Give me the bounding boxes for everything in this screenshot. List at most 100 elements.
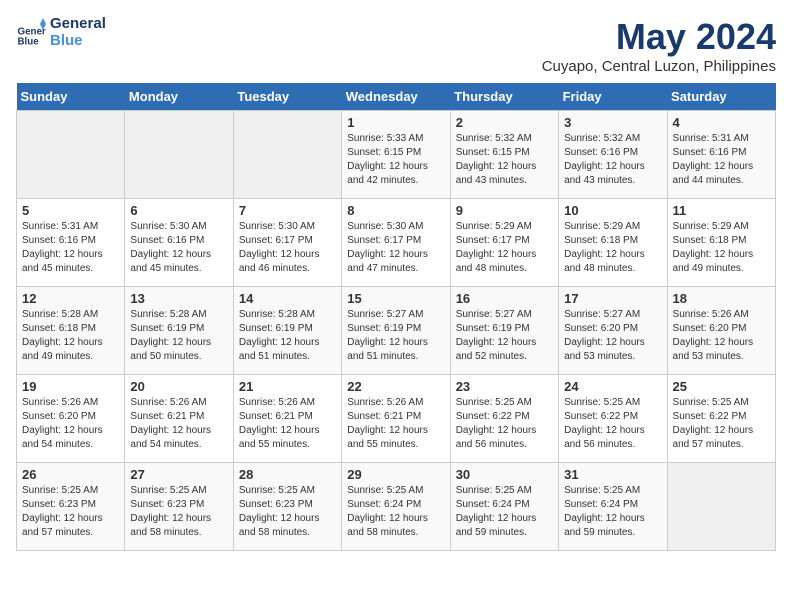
column-header-friday: Friday — [559, 83, 667, 111]
calendar-cell: 21 Sunrise: 5:26 AMSunset: 6:21 PMDayligh… — [233, 375, 341, 463]
calendar-cell: 5 Sunrise: 5:31 AMSunset: 6:16 PMDaylight… — [17, 199, 125, 287]
day-number: 9 — [456, 203, 553, 218]
page-header: General Blue General Blue May 2024 Cuyap… — [16, 16, 776, 75]
day-number: 7 — [239, 203, 336, 218]
calendar-cell — [667, 463, 775, 551]
cell-details: Sunrise: 5:29 AMSunset: 6:18 PMDaylight:… — [564, 220, 661, 276]
day-number: 25 — [673, 379, 770, 394]
calendar-cell: 3 Sunrise: 5:32 AMSunset: 6:16 PMDaylight… — [559, 111, 667, 199]
day-number: 6 — [130, 203, 227, 218]
logo-icon: General Blue — [16, 18, 46, 48]
day-number: 2 — [456, 115, 553, 130]
calendar-cell — [17, 111, 125, 199]
cell-details: Sunrise: 5:25 AMSunset: 6:24 PMDaylight:… — [564, 484, 661, 540]
calendar-cell: 15 Sunrise: 5:27 AMSunset: 6:19 PMDayligh… — [342, 287, 450, 375]
day-number: 30 — [456, 467, 553, 482]
cell-details: Sunrise: 5:25 AMSunset: 6:24 PMDaylight:… — [347, 484, 444, 540]
calendar-cell: 10 Sunrise: 5:29 AMSunset: 6:18 PMDayligh… — [559, 199, 667, 287]
cell-details: Sunrise: 5:27 AMSunset: 6:20 PMDaylight:… — [564, 308, 661, 364]
calendar-cell: 22Sunrise: 5:26 AMSunset: 6:21 PMDayligh… — [342, 375, 450, 463]
calendar-cell: 23Sunrise: 5:25 AMSunset: 6:22 PMDayligh… — [450, 375, 558, 463]
week-row-2: 5 Sunrise: 5:31 AMSunset: 6:16 PMDaylight… — [17, 199, 776, 287]
calendar-cell: 4Sunrise: 5:31 AMSunset: 6:16 PMDaylight… — [667, 111, 775, 199]
cell-details: Sunrise: 5:32 AMSunset: 6:16 PMDaylight:… — [564, 132, 661, 188]
calendar-cell: 14 Sunrise: 5:28 AMSunset: 6:19 PMDayligh… — [233, 287, 341, 375]
cell-details: Sunrise: 5:25 AMSunset: 6:23 PMDaylight:… — [130, 484, 227, 540]
column-header-tuesday: Tuesday — [233, 83, 341, 111]
day-number: 17 — [564, 291, 661, 306]
cell-details: Sunrise: 5:25 AMSunset: 6:22 PMDaylight:… — [564, 396, 661, 452]
week-row-3: 12 Sunrise: 5:28 AMSunset: 6:18 PMDayligh… — [17, 287, 776, 375]
calendar-cell: 1 Sunrise: 5:33 AMSunset: 6:15 PMDaylight… — [342, 111, 450, 199]
column-header-saturday: Saturday — [667, 83, 775, 111]
calendar-cell — [125, 111, 233, 199]
calendar-cell: 13 Sunrise: 5:28 AMSunset: 6:19 PMDayligh… — [125, 287, 233, 375]
calendar-cell — [233, 111, 341, 199]
week-row-4: 19Sunrise: 5:26 AMSunset: 6:20 PMDayligh… — [17, 375, 776, 463]
week-row-5: 26Sunrise: 5:25 AMSunset: 6:23 PMDayligh… — [17, 463, 776, 551]
cell-details: Sunrise: 5:25 AMSunset: 6:22 PMDaylight:… — [673, 396, 770, 452]
day-number: 5 — [22, 203, 119, 218]
calendar-cell: 27 Sunrise: 5:25 AMSunset: 6:23 PMDayligh… — [125, 463, 233, 551]
calendar-cell: 28Sunrise: 5:25 AMSunset: 6:23 PMDayligh… — [233, 463, 341, 551]
cell-details: Sunrise: 5:28 AMSunset: 6:19 PMDaylight:… — [130, 308, 227, 364]
calendar-cell: 7 Sunrise: 5:30 AMSunset: 6:17 PMDaylight… — [233, 199, 341, 287]
day-number: 18 — [673, 291, 770, 306]
column-header-sunday: Sunday — [17, 83, 125, 111]
day-number: 3 — [564, 115, 661, 130]
cell-details: Sunrise: 5:27 AMSunset: 6:19 PMDaylight:… — [347, 308, 444, 364]
day-number: 1 — [347, 115, 444, 130]
day-number: 27 — [130, 467, 227, 482]
calendar-cell: 20 Sunrise: 5:26 AMSunset: 6:21 PMDayligh… — [125, 375, 233, 463]
calendar-cell: 18Sunrise: 5:26 AMSunset: 6:20 PMDayligh… — [667, 287, 775, 375]
title-area: May 2024 Cuyapo, Central Luzon, Philippi… — [542, 16, 776, 75]
cell-details: Sunrise: 5:33 AMSunset: 6:15 PMDaylight:… — [347, 132, 444, 188]
day-number: 20 — [130, 379, 227, 394]
cell-details: Sunrise: 5:28 AMSunset: 6:19 PMDaylight:… — [239, 308, 336, 364]
cell-details: Sunrise: 5:30 AMSunset: 6:17 PMDaylight:… — [347, 220, 444, 276]
cell-details: Sunrise: 5:30 AMSunset: 6:16 PMDaylight:… — [130, 220, 227, 276]
day-number: 13 — [130, 291, 227, 306]
header-row: SundayMondayTuesdayWednesdayThursdayFrid… — [17, 83, 776, 111]
calendar-cell: 12 Sunrise: 5:28 AMSunset: 6:18 PMDayligh… — [17, 287, 125, 375]
day-number: 10 — [564, 203, 661, 218]
day-number: 31 — [564, 467, 661, 482]
cell-details: Sunrise: 5:31 AMSunset: 6:16 PMDaylight:… — [22, 220, 119, 276]
cell-details: Sunrise: 5:29 AMSunset: 6:17 PMDaylight:… — [456, 220, 553, 276]
calendar-cell: 9 Sunrise: 5:29 AMSunset: 6:17 PMDaylight… — [450, 199, 558, 287]
cell-details: Sunrise: 5:28 AMSunset: 6:18 PMDaylight:… — [22, 308, 119, 364]
month-title: May 2024 — [542, 16, 776, 58]
cell-details: Sunrise: 5:31 AMSunset: 6:16 PMDaylight:… — [673, 132, 770, 188]
calendar-cell: 30 Sunrise: 5:25 AMSunset: 6:24 PMDayligh… — [450, 463, 558, 551]
day-number: 24 — [564, 379, 661, 394]
cell-details: Sunrise: 5:26 AMSunset: 6:21 PMDaylight:… — [239, 396, 336, 452]
calendar-cell: 24 Sunrise: 5:25 AMSunset: 6:22 PMDayligh… — [559, 375, 667, 463]
day-number: 16 — [456, 291, 553, 306]
cell-details: Sunrise: 5:26 AMSunset: 6:21 PMDaylight:… — [130, 396, 227, 452]
week-row-1: 1 Sunrise: 5:33 AMSunset: 6:15 PMDaylight… — [17, 111, 776, 199]
calendar-cell: 19Sunrise: 5:26 AMSunset: 6:20 PMDayligh… — [17, 375, 125, 463]
logo: General Blue General Blue — [16, 16, 106, 49]
calendar-cell: 17 Sunrise: 5:27 AMSunset: 6:20 PMDayligh… — [559, 287, 667, 375]
calendar-cell: 16Sunrise: 5:27 AMSunset: 6:19 PMDayligh… — [450, 287, 558, 375]
logo-line1: General — [50, 16, 106, 33]
calendar-cell: 11Sunrise: 5:29 AMSunset: 6:18 PMDayligh… — [667, 199, 775, 287]
day-number: 14 — [239, 291, 336, 306]
calendar-cell: 8Sunrise: 5:30 AMSunset: 6:17 PMDaylight… — [342, 199, 450, 287]
day-number: 22 — [347, 379, 444, 394]
day-number: 12 — [22, 291, 119, 306]
cell-details: Sunrise: 5:29 AMSunset: 6:18 PMDaylight:… — [673, 220, 770, 276]
day-number: 15 — [347, 291, 444, 306]
column-header-thursday: Thursday — [450, 83, 558, 111]
logo-line2: Blue — [50, 33, 106, 50]
cell-details: Sunrise: 5:32 AMSunset: 6:15 PMDaylight:… — [456, 132, 553, 188]
day-number: 19 — [22, 379, 119, 394]
day-number: 21 — [239, 379, 336, 394]
day-number: 23 — [456, 379, 553, 394]
calendar-cell: 6 Sunrise: 5:30 AMSunset: 6:16 PMDaylight… — [125, 199, 233, 287]
column-header-monday: Monday — [125, 83, 233, 111]
cell-details: Sunrise: 5:30 AMSunset: 6:17 PMDaylight:… — [239, 220, 336, 276]
calendar-cell: 2 Sunrise: 5:32 AMSunset: 6:15 PMDaylight… — [450, 111, 558, 199]
day-number: 29 — [347, 467, 444, 482]
cell-details: Sunrise: 5:25 AMSunset: 6:24 PMDaylight:… — [456, 484, 553, 540]
